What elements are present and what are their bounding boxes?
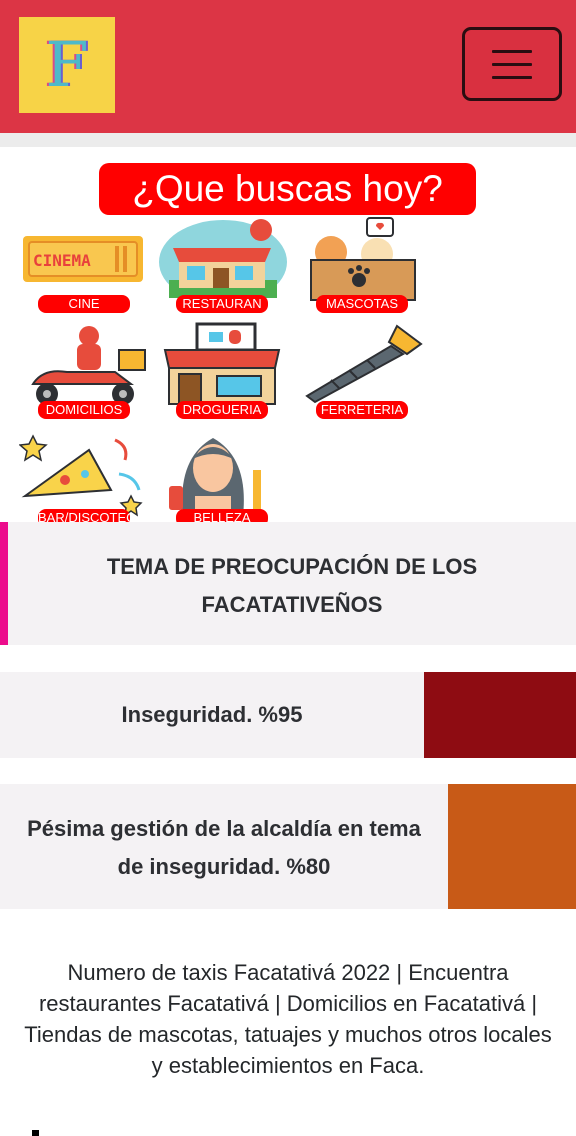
category-label: DOMICILIOS <box>38 401 130 419</box>
stat-text: Pésima gestión de la alcaldía en tema de… <box>27 816 421 879</box>
header-divider <box>0 133 576 147</box>
stat-text: Inseguridad. %95 <box>121 702 303 727</box>
category-label: FERRETERIA <box>316 401 408 419</box>
party-hat-icon <box>19 434 143 517</box>
concern-title: TEMA DE PREOCUPACIÓN DE LOS FACATATIVEÑO… <box>106 554 478 617</box>
category-mascotas[interactable]: MASCOTAS <box>297 216 427 326</box>
stat-row: Pésima gestión de la alcaldía en tema de… <box>0 784 576 909</box>
category-drogueria[interactable]: DROGUERIA <box>157 322 287 432</box>
pets-icon <box>310 217 416 301</box>
site-logo[interactable]: F <box>19 17 115 113</box>
restaurant-icon <box>159 219 287 304</box>
hamburger-icon <box>492 49 532 53</box>
seo-description: Numero de taxis Facatativá 2022 | Encuen… <box>24 960 552 1078</box>
delivery-scooter-icon <box>31 326 146 405</box>
category-label: RESTAURAN <box>176 295 268 313</box>
cinema-ticket-icon: CINEMA <box>23 236 143 282</box>
category-ferreteria[interactable]: FERRETERIA <box>297 322 427 432</box>
stat-color-swatch <box>424 672 576 758</box>
site-header: F <box>0 0 576 133</box>
category-label: DROGUERIA <box>176 401 268 419</box>
category-label: MASCOTAS <box>316 295 408 313</box>
concern-banner: TEMA DE PREOCUPACIÓN DE LOS FACATATIVEÑO… <box>0 522 576 645</box>
accent-bar <box>0 522 8 645</box>
page-headline: ¿Que buscas hoy? <box>99 163 476 215</box>
category-label: CINE <box>38 295 130 313</box>
screw-icon <box>305 324 423 404</box>
stat-color-swatch <box>448 784 576 909</box>
beauty-woman-icon <box>169 438 261 516</box>
hamburger-icon <box>492 75 532 79</box>
logo-letter: F <box>45 28 89 101</box>
page-cursor-mark <box>32 1130 39 1136</box>
svg-text:CINEMA: CINEMA <box>33 251 91 270</box>
pharmacy-icon <box>163 322 281 405</box>
menu-toggle-button[interactable] <box>462 27 562 101</box>
stat-row: Inseguridad. %95 <box>0 672 576 758</box>
category-restaurant[interactable]: RESTAURAN <box>157 216 287 326</box>
category-cine[interactable]: CINEMA CINE <box>19 216 149 326</box>
hamburger-icon <box>492 62 532 66</box>
category-domicilios[interactable]: DOMICILIOS <box>19 322 149 432</box>
